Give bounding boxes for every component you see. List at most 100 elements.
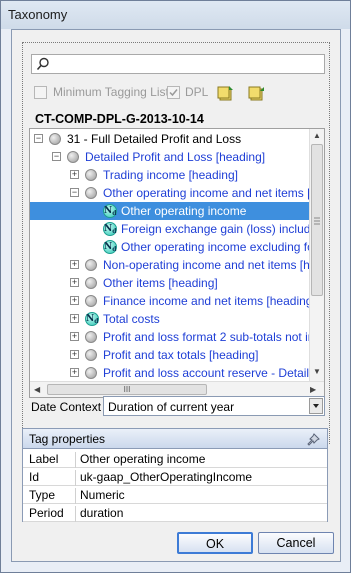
numeric-duration-icon: Nd (85, 312, 99, 326)
date-context-select[interactable]: Duration of current year (103, 396, 325, 416)
heading-node-icon (85, 259, 97, 271)
grip-icon (314, 217, 320, 225)
tree-row-label: Profit and loss account reserve - Detail (103, 366, 310, 380)
taxonomy-dialog: Taxonomy Minimum Tagging List DPL CT-COM… (0, 0, 351, 573)
tree-row-label: Non-operating income and net items [he (103, 258, 317, 272)
date-context-label: Date Context (31, 400, 102, 414)
expand-toggle-icon[interactable]: + (70, 260, 79, 269)
horizontal-scroll-thumb[interactable]: III (47, 384, 207, 395)
tree-row-label: 31 - Full Detailed Profit and Loss (67, 132, 242, 146)
numeric-duration-icon: Nd (103, 222, 117, 236)
scroll-left-icon[interactable]: ◀ (34, 385, 40, 394)
expand-toggle-icon[interactable]: + (70, 368, 79, 377)
tree-row[interactable]: − Other operating income and net items [h (30, 184, 317, 202)
window-title: Taxonomy (8, 7, 68, 22)
tree-row-label: Profit and tax totals [heading] (103, 348, 259, 362)
tree-row[interactable]: − 31 - Full Detailed Profit and Loss (30, 130, 310, 148)
title-bar: Taxonomy (1, 1, 350, 29)
heading-node-icon (67, 151, 79, 163)
tree-row[interactable]: + Trading income [heading] (30, 166, 310, 184)
search-icon (36, 57, 50, 74)
ok-button[interactable]: OK (177, 532, 253, 554)
heading-node-icon (85, 295, 97, 307)
tag-properties-title: Tag properties (29, 432, 106, 446)
collapse-all-icon[interactable] (248, 84, 266, 102)
heading-node-icon (85, 349, 97, 361)
tag-properties-header: Tag properties (23, 429, 327, 449)
tree-row[interactable]: + Profit and loss account reserve - Detai… (30, 364, 310, 382)
property-row: Period duration (23, 504, 327, 522)
property-row: Label Other operating income (23, 450, 327, 468)
tree-row[interactable]: + Nd Total costs (30, 310, 310, 328)
expand-toggle-icon[interactable]: + (70, 314, 79, 323)
tree-row[interactable]: Nd Foreign exchange gain (loss) includ (30, 220, 310, 238)
expand-toggle-icon[interactable]: + (70, 332, 79, 341)
cancel-button[interactable]: Cancel (258, 532, 334, 554)
tree-row[interactable]: − Detailed Profit and Loss [heading] (30, 148, 310, 166)
tree-row[interactable]: + Profit and tax totals [heading] (30, 346, 310, 364)
property-value: uk-gaap_OtherOperatingIncome (75, 470, 252, 486)
dropdown-button[interactable] (309, 398, 323, 414)
expand-toggle-icon[interactable]: + (70, 296, 79, 305)
dpl-checkbox[interactable] (167, 86, 180, 99)
tree-row-label: Trading income [heading] (103, 168, 238, 182)
property-key: Id (29, 470, 40, 484)
tag-properties-panel: Tag properties Label Other operating inco… (22, 428, 328, 522)
tree-row-label: Other operating income and net items [h (103, 186, 318, 200)
numeric-duration-icon: Nd (103, 240, 117, 254)
pin-icon[interactable] (307, 432, 321, 449)
tree-row[interactable]: Nd Other operating income excluding fo (30, 238, 314, 256)
minimum-tagging-list-label: Minimum Tagging List (53, 85, 169, 99)
tree-row-label: Other operating income (121, 204, 247, 218)
horizontal-scrollbar[interactable]: ◀ III ▶ (30, 381, 324, 397)
dpl-label: DPL (185, 85, 209, 99)
tree-row-label: Detailed Profit and Loss [heading] (85, 150, 266, 164)
collapse-toggle-icon[interactable]: − (34, 134, 43, 143)
tree-row-label: Finance income and net items [heading] (103, 294, 316, 308)
heading-node-icon (85, 331, 97, 343)
collapse-toggle-icon[interactable]: − (52, 152, 61, 161)
numeric-duration-icon: Nd (103, 204, 117, 218)
heading-node-icon (49, 133, 61, 145)
taxonomy-tree[interactable]: −31 - Full Detailed Profit and Loss − Deta… (29, 128, 325, 398)
search-input[interactable] (31, 54, 325, 74)
tree-row-label: Total costs (103, 312, 160, 326)
expand-toggle-icon[interactable]: + (70, 350, 79, 359)
heading-node-icon (85, 187, 97, 199)
expand-toggle-icon[interactable]: + (70, 170, 79, 179)
tree-row[interactable]: + Profit and loss format 2 sub-totals not… (30, 328, 314, 346)
tree-row-label: Foreign exchange gain (loss) includ (121, 222, 311, 236)
tree-row[interactable]: + Other items [heading] (30, 274, 310, 292)
date-context-value: Duration of current year (108, 400, 235, 414)
tree-row-label: Other operating income excluding fo (121, 240, 314, 254)
minimum-tagging-list-checkbox[interactable] (34, 86, 47, 99)
heading-node-icon (85, 277, 97, 289)
property-row: Type Numeric (23, 486, 327, 504)
property-value: duration (75, 506, 123, 522)
chevron-down-icon (313, 404, 319, 408)
tree-row-label: Other items [heading] (103, 276, 218, 290)
expand-toggle-icon[interactable]: + (70, 278, 79, 287)
heading-node-icon (85, 367, 97, 379)
scroll-down-icon[interactable]: ▼ (313, 367, 321, 376)
scroll-up-icon[interactable]: ▲ (313, 131, 321, 140)
property-key: Type (29, 488, 56, 502)
vertical-scrollbar[interactable]: ▲ ▼ (309, 129, 324, 381)
expand-all-icon[interactable] (217, 84, 235, 102)
property-key: Label (29, 452, 59, 466)
vertical-scroll-thumb[interactable] (311, 144, 323, 296)
property-row: Id uk-gaap_OtherOperatingIncome (23, 468, 327, 486)
checkmark-icon (169, 89, 178, 97)
property-value: Numeric (75, 488, 125, 504)
tree-row-label: Profit and loss format 2 sub-totals not … (103, 330, 315, 344)
tree-header: CT-COMP-DPL-G-2013-10-14 (29, 110, 325, 128)
collapse-toggle-icon[interactable]: − (70, 188, 79, 197)
heading-node-icon (85, 169, 97, 181)
property-key: Period (29, 506, 64, 520)
tree-row[interactable]: + Finance income and net items [heading] (30, 292, 316, 310)
dialog-body: Minimum Tagging List DPL CT-COMP-DPL-G-2… (11, 29, 341, 562)
property-value: Other operating income (75, 452, 205, 468)
tree-row[interactable]: + Non-operating income and net items [he (30, 256, 316, 274)
tree-row-selected[interactable]: Nd Other operating income (30, 202, 310, 220)
scroll-right-icon[interactable]: ▶ (310, 385, 316, 394)
